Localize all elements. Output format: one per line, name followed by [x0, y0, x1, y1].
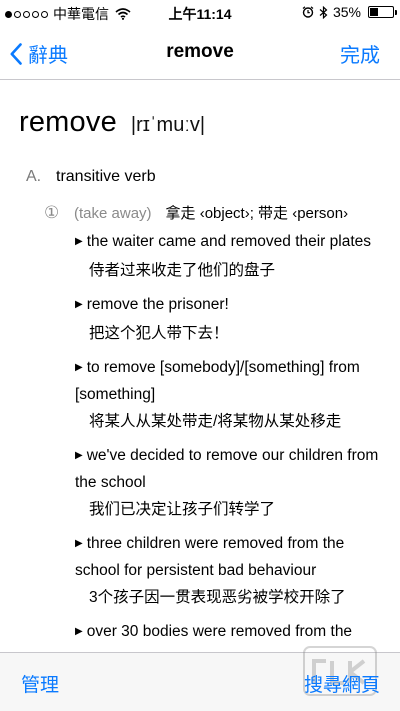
example-item: ▶ to remove [somebody]/[something] from […: [75, 355, 387, 434]
example-english-text: we've decided to remove our children fro…: [75, 447, 379, 491]
status-right: 35%: [302, 4, 397, 20]
headword: remove: [19, 106, 117, 138]
example-english-text: the waiter came and removed their plates: [86, 233, 372, 250]
status-bar: 中華電信 上午11:14 35%: [0, 0, 400, 26]
example-english: ▶ we've decided to remove our children fr…: [75, 443, 387, 495]
headword-row: remove |rɪˈmuːv|: [19, 106, 205, 139]
sense-translation: 拿走 ‹object›; 带走 ‹person›: [165, 205, 349, 222]
example-english: ▶ to remove [somebody]/[something] from […: [75, 355, 387, 407]
alarm-icon: [302, 6, 314, 18]
sense-row: ① (take away) 拿走 ‹object›; 带走 ‹person›: [44, 202, 348, 223]
example-english: ▶ three children were removed from the sc…: [75, 531, 387, 583]
bullet-triangle-icon: ▶: [75, 450, 83, 461]
example-item: ▶ three children were removed from the sc…: [75, 531, 387, 610]
example-chinese: 把这个犯人带下去！: [89, 325, 229, 342]
navigation-bar: 辭典 remove 完成: [0, 26, 400, 80]
pos-label: transitive verb: [56, 168, 156, 185]
example-chinese: 侍者过来收走了他们的盘子: [89, 262, 276, 279]
sense-gloss: (take away): [74, 205, 152, 222]
bullet-triangle-icon: ▶: [75, 299, 83, 310]
example-english-text: over 30 bodies were removed from the: [86, 623, 353, 640]
back-button-label: 辭典: [28, 45, 68, 67]
example-item: ▶ we've decided to remove our children fr…: [75, 443, 387, 522]
example-item: ▶ over 30 bodies were removed from the: [75, 619, 387, 646]
example-english: ▶ the waiter came and removed their plate…: [75, 229, 387, 256]
example-chinese: 我们已决定让孩子们转学了: [89, 501, 276, 518]
dictionary-entry[interactable]: remove |rɪˈmuːv| A. transitive verb ① (t…: [0, 80, 400, 652]
example-chinese: 将某人从某处带走/将某物从某处移走: [89, 413, 342, 430]
pronunciation: |rɪˈmuːv|: [130, 114, 206, 136]
battery-percent: 35%: [332, 4, 361, 20]
example-item: ▶ remove the prisoner! 把这个犯人带下去！: [75, 292, 387, 346]
chevron-left-icon: [10, 42, 22, 65]
example-item: ▶ the waiter came and removed their plate…: [75, 229, 387, 283]
example-english-text: to remove [somebody]/[something] from [s…: [75, 359, 360, 403]
bullet-triangle-icon: ▶: [75, 626, 83, 637]
bullet-triangle-icon: ▶: [75, 362, 83, 373]
example-english: ▶ over 30 bodies were removed from the: [75, 619, 387, 646]
bullet-triangle-icon: ▶: [75, 538, 83, 549]
sense-number: ①: [44, 203, 60, 222]
battery-level: [370, 8, 378, 16]
pos-letter: A.: [26, 168, 42, 185]
example-english-text: remove the prisoner!: [86, 296, 229, 313]
part-of-speech: A. transitive verb: [26, 168, 156, 186]
bluetooth-icon: [319, 5, 328, 19]
bullet-triangle-icon: ▶: [75, 236, 83, 247]
example-english-text: three children were removed from the sch…: [75, 535, 345, 579]
search-web-button[interactable]: 搜尋網頁: [304, 670, 380, 697]
example-english: ▶ remove the prisoner!: [75, 292, 387, 319]
back-button[interactable]: 辭典: [10, 39, 68, 68]
bottom-toolbar: 管理 搜尋網頁: [0, 646, 400, 711]
manage-button[interactable]: 管理: [21, 670, 59, 697]
battery-icon: [368, 6, 397, 18]
example-list: ▶ the waiter came and removed their plate…: [75, 229, 387, 652]
example-chinese: 3个孩子因一贯表现恶劣被学校开除了: [89, 589, 346, 606]
done-button[interactable]: 完成: [340, 39, 380, 68]
